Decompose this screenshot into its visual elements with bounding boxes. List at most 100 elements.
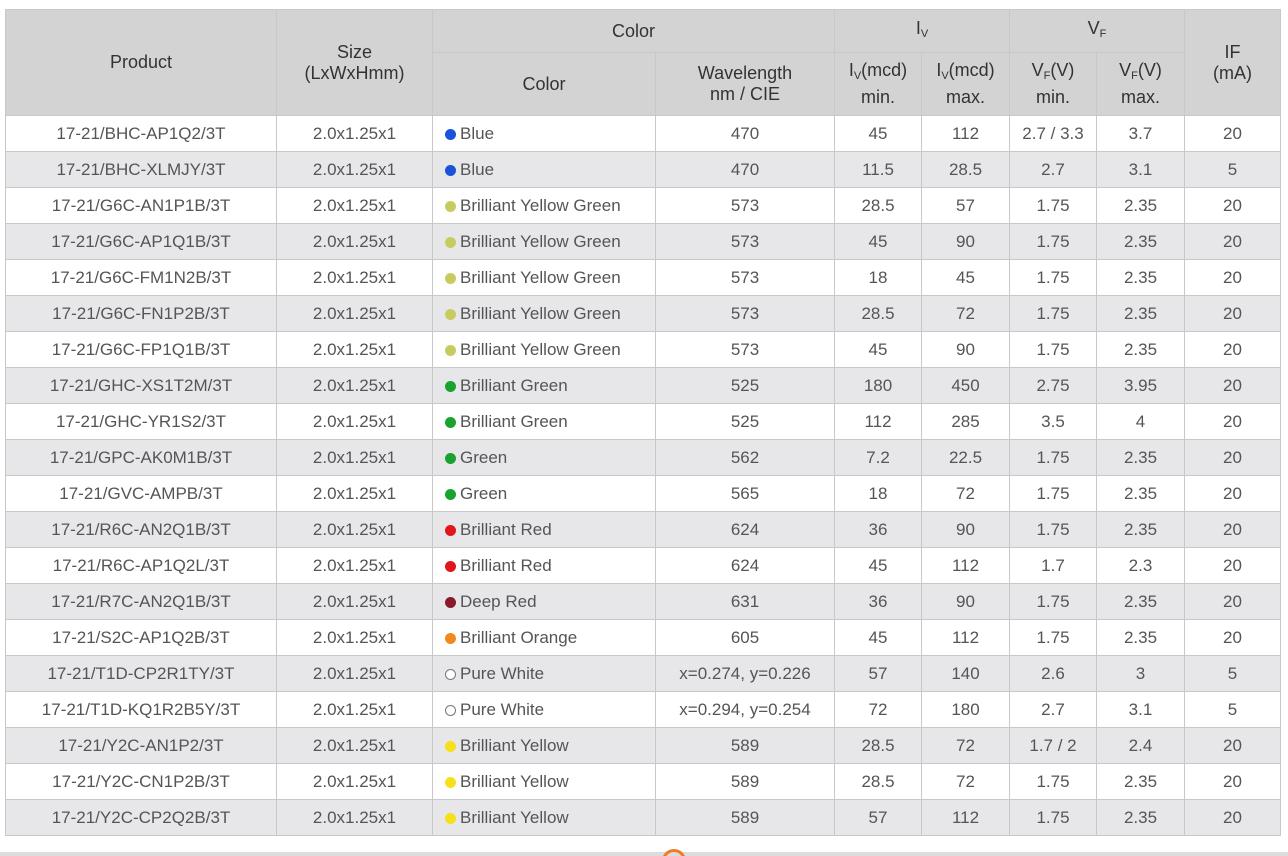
table-row[interactable]: 17-21/Y2C-CN1P2B/3T 2.0x1.25x1 Brilliant Y… xyxy=(5,763,1281,800)
header-vf-max-label: max. xyxy=(1120,87,1160,107)
header-vf-min[interactable]: VF(V) min. xyxy=(1009,52,1097,116)
cell-vf-max: 4 xyxy=(1096,403,1185,440)
table-row[interactable]: 17-21/S2C-AP1Q2B/3T 2.0x1.25x1 Brilliant O… xyxy=(5,619,1281,656)
cell-if: 20 xyxy=(1184,259,1281,296)
header-if[interactable]: IF (mA) xyxy=(1184,9,1281,116)
cell-iv-min: 45 xyxy=(834,619,922,656)
color-name: Brilliant Yellow Green xyxy=(460,303,621,323)
cell-color: Pure White xyxy=(432,655,656,692)
cell-wavelength: x=0.274, y=0.226 xyxy=(655,655,835,692)
header-iv-min[interactable]: IV(mcd) min. xyxy=(834,52,922,116)
header-vf-group: VF xyxy=(1009,9,1185,53)
color-dot-icon xyxy=(445,524,456,536)
cell-iv-max: 28.5 xyxy=(921,151,1010,188)
cell-iv-max: 112 xyxy=(921,799,1010,836)
color-dot-icon xyxy=(445,704,456,716)
cell-iv-max: 140 xyxy=(921,655,1010,692)
cell-if: 20 xyxy=(1184,727,1281,764)
cell-size: 2.0x1.25x1 xyxy=(276,187,433,224)
cell-vf-max: 2.35 xyxy=(1096,439,1185,476)
cell-vf-min: 1.75 xyxy=(1009,259,1097,296)
color-name: Deep Red xyxy=(460,591,537,611)
header-size[interactable]: Size (LxWxHmm) xyxy=(276,9,433,116)
table-row[interactable]: 17-21/T1D-KQ1R2B5Y/3T 2.0x1.25x1 Pure Whit… xyxy=(5,691,1281,728)
cell-if: 20 xyxy=(1184,223,1281,260)
color-name: Brilliant Yellow Green xyxy=(460,195,621,215)
cell-if: 20 xyxy=(1184,619,1281,656)
header-iv-max[interactable]: IV(mcd) max. xyxy=(921,52,1010,116)
cell-if: 5 xyxy=(1184,691,1281,728)
cell-if: 20 xyxy=(1184,403,1281,440)
color-name: Brilliant Yellow xyxy=(460,807,569,827)
cell-product: 17-21/G6C-FN1P2B/3T xyxy=(5,295,277,332)
cell-iv-min: 18 xyxy=(834,475,922,512)
table-row[interactable]: 17-21/G6C-AP1Q1B/3T 2.0x1.25x1 Brilliant Y… xyxy=(5,223,1281,260)
table-row[interactable]: 17-21/GHC-YR1S2/3T 2.0x1.25x1 Brilliant Gr… xyxy=(5,403,1281,440)
table-header: Product Size (LxWxHmm) Color IV VF IF (mA)… xyxy=(5,9,1281,116)
table-row[interactable]: 17-21/G6C-FM1N2B/3T 2.0x1.25x1 Brilliant Y… xyxy=(5,259,1281,296)
color-dot-icon xyxy=(445,164,456,176)
cell-size: 2.0x1.25x1 xyxy=(276,439,433,476)
cell-iv-max: 22.5 xyxy=(921,439,1010,476)
color-dot-icon xyxy=(445,596,456,608)
header-vf-max[interactable]: VF(V) max. xyxy=(1096,52,1185,116)
cell-vf-min: 1.75 xyxy=(1009,331,1097,368)
cell-size: 2.0x1.25x1 xyxy=(276,259,433,296)
table-row[interactable]: 17-21/R6C-AP1Q2L/3T 2.0x1.25x1 Brilliant R… xyxy=(5,547,1281,584)
cell-wavelength: 573 xyxy=(655,331,835,368)
color-name: Brilliant Yellow xyxy=(460,735,569,755)
cell-iv-max: 90 xyxy=(921,583,1010,620)
header-color[interactable]: Color xyxy=(432,52,656,116)
table-row[interactable]: 17-21/G6C-FP1Q1B/3T 2.0x1.25x1 Brilliant Y… xyxy=(5,331,1281,368)
table-row[interactable]: 17-21/R6C-AN2Q1B/3T 2.0x1.25x1 Brilliant R… xyxy=(5,511,1281,548)
cell-wavelength: 605 xyxy=(655,619,835,656)
cell-product: 17-21/G6C-AN1P1B/3T xyxy=(5,187,277,224)
cell-vf-max: 2.3 xyxy=(1096,547,1185,584)
color-dot-icon xyxy=(445,632,456,644)
table-row[interactable]: 17-21/GVC-AMPB/3T 2.0x1.25x1 Green 565 18 72 1… xyxy=(5,475,1281,512)
cell-iv-min: 28.5 xyxy=(834,763,922,800)
header-product[interactable]: Product xyxy=(5,9,277,116)
cell-product: 17-21/R6C-AN2Q1B/3T xyxy=(5,511,277,548)
cell-color: Brilliant Green xyxy=(432,367,656,404)
cell-product: 17-21/GPC-AK0M1B/3T xyxy=(5,439,277,476)
cell-iv-min: 45 xyxy=(834,547,922,584)
cell-iv-min: 45 xyxy=(834,223,922,260)
cell-wavelength: 573 xyxy=(655,187,835,224)
table-row[interactable]: 17-21/G6C-AN1P1B/3T 2.0x1.25x1 Brilliant Y… xyxy=(5,187,1281,224)
cell-color: Brilliant Yellow Green xyxy=(432,187,656,224)
color-name: Blue xyxy=(460,159,495,179)
table-row[interactable]: 17-21/R7C-AN2Q1B/3T 2.0x1.25x1 Deep Red 631… xyxy=(5,583,1281,620)
table-row[interactable]: 17-21/Y2C-CP2Q2B/3T 2.0x1.25x1 Brilliant Y… xyxy=(5,799,1281,836)
header-color-group-label: Color xyxy=(611,20,655,41)
table-row[interactable]: 17-21/Y2C-AN1P2/3T 2.0x1.25x1 Brilliant Ye… xyxy=(5,727,1281,764)
cell-iv-max: 72 xyxy=(921,727,1010,764)
cell-size: 2.0x1.25x1 xyxy=(276,403,433,440)
cell-vf-max: 2.35 xyxy=(1096,619,1185,656)
cell-vf-min: 1.75 xyxy=(1009,295,1097,332)
header-vf-min-label: min. xyxy=(1035,87,1070,107)
table-row[interactable]: 17-21/T1D-CP2R1TY/3T 2.0x1.25x1 Pure White… xyxy=(5,655,1281,692)
cell-iv-max: 72 xyxy=(921,295,1010,332)
table-row[interactable]: 17-21/G6C-FN1P2B/3T 2.0x1.25x1 Brilliant Y… xyxy=(5,295,1281,332)
cell-vf-max: 3.1 xyxy=(1096,691,1185,728)
cell-product: 17-21/G6C-AP1Q1B/3T xyxy=(5,223,277,260)
cell-if: 5 xyxy=(1184,151,1281,188)
cell-vf-max: 3.7 xyxy=(1096,115,1185,152)
table-row[interactable]: 17-21/BHC-XLMJY/3T 2.0x1.25x1 Blue 470 11.5 2… xyxy=(5,151,1281,188)
cell-color: Brilliant Red xyxy=(432,511,656,548)
cell-vf-max: 2.35 xyxy=(1096,187,1185,224)
header-wavelength[interactable]: Wavelength nm / CIE xyxy=(655,52,835,116)
header-color-label: Color xyxy=(522,73,566,94)
cell-wavelength: 470 xyxy=(655,151,835,188)
cell-iv-min: 45 xyxy=(834,115,922,152)
cell-size: 2.0x1.25x1 xyxy=(276,115,433,152)
cell-color: Brilliant Yellow Green xyxy=(432,295,656,332)
header-iv-max-label: max. xyxy=(945,87,985,107)
cell-vf-min: 2.7 xyxy=(1009,691,1097,728)
table-row[interactable]: 17-21/BHC-AP1Q2/3T 2.0x1.25x1 Blue 470 45 112… xyxy=(5,115,1281,152)
table-row[interactable]: 17-21/GHC-XS1T2M/3T 2.0x1.25x1 Brilliant G… xyxy=(5,367,1281,404)
color-name: Blue xyxy=(460,123,495,143)
table-row[interactable]: 17-21/GPC-AK0M1B/3T 2.0x1.25x1 Green 562 7.2… xyxy=(5,439,1281,476)
color-dot-icon xyxy=(445,452,456,464)
